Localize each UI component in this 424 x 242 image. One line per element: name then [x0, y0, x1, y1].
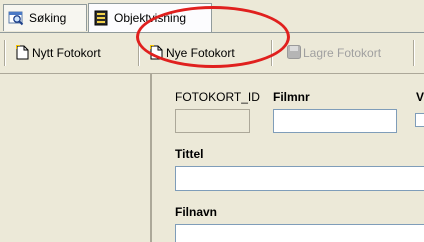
- fotokort-id-field: [175, 109, 250, 133]
- toolbar-separator: [138, 40, 140, 66]
- v-label: V: [416, 90, 424, 104]
- tittel-field[interactable]: [175, 166, 424, 191]
- tittel-label: Tittel: [175, 147, 204, 161]
- lagre-fotokort-label: Lagre Fotokort: [303, 45, 382, 60]
- filmnr-field[interactable]: [273, 109, 397, 133]
- form-area: FOTOKORT_ID Filmnr V Tittel Filnavn: [152, 74, 424, 242]
- tab-objektvisning[interactable]: Objektvisning: [88, 3, 212, 32]
- fotokort-id-label: FOTOKORT_ID: [175, 90, 260, 104]
- tab-objektvisning-label: Objektvisning: [114, 11, 187, 25]
- nye-fotokort-label: Nye Fotokort: [166, 45, 235, 60]
- v-field[interactable]: [415, 113, 424, 127]
- toolbar-separator: [413, 40, 415, 66]
- tab-soking-label: Søking: [29, 11, 67, 25]
- new-documents-icon: [150, 45, 163, 60]
- toolbar-separator: [4, 40, 6, 66]
- toolbar-separator: [271, 40, 273, 66]
- new-document-icon: [16, 45, 29, 60]
- save-icon: [287, 45, 301, 60]
- nytt-fotokort-button[interactable]: Nytt Fotokort: [12, 40, 105, 65]
- nytt-fotokort-label: Nytt Fotokort: [32, 45, 101, 60]
- lagre-fotokort-button[interactable]: Lagre Fotokort: [283, 40, 385, 65]
- nye-fotokort-button[interactable]: Nye Fotokort: [146, 40, 239, 65]
- form-view-icon: [93, 10, 109, 26]
- search-icon: [8, 10, 24, 26]
- filnavn-label: Filnavn: [175, 205, 218, 219]
- toolbar: Nytt Fotokort Nye Fotokort Lagre Fotokor…: [0, 33, 424, 74]
- tab-strip: Søking Objektvisning: [0, 0, 424, 33]
- filnavn-field[interactable]: [175, 224, 424, 242]
- filmnr-label: Filmnr: [273, 90, 310, 104]
- application-window: Søking Objektvisning Nytt Fotokort Nye F…: [0, 0, 424, 242]
- left-pane: [0, 74, 152, 242]
- tab-soking[interactable]: Søking: [3, 4, 87, 31]
